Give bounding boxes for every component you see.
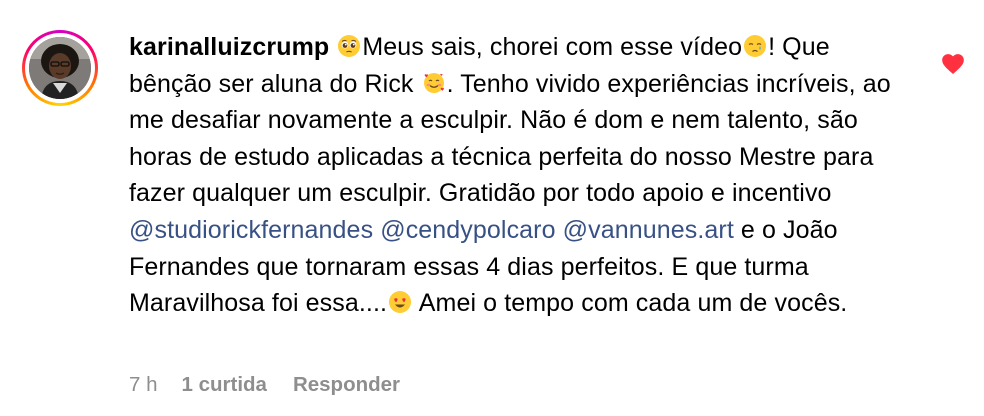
mention-link[interactable]: @studiorickfernandes <box>129 216 373 244</box>
reply-button[interactable]: Responder <box>293 373 400 397</box>
comment-text: Meus sais, chorei com esse vídeo! Que bê… <box>129 33 891 317</box>
comment-body: karinalluizcrump Meus sais, chorei com e… <box>129 29 919 322</box>
comment-text-segment: Meus sais, chorei com esse vídeo <box>362 33 743 61</box>
crying-face-icon <box>743 32 767 57</box>
comment-text-segment <box>556 216 563 244</box>
avatar-story-ring[interactable] <box>22 30 98 106</box>
mention-link[interactable]: @vannunes.art <box>563 216 734 244</box>
comment-meta: 7 h 1 curtida Responder <box>129 373 400 397</box>
like-heart-icon[interactable] <box>940 51 966 75</box>
comment: karinalluizcrump Meus sais, chorei com e… <box>0 0 984 416</box>
mention-link[interactable]: @cendypolcaro <box>380 216 555 244</box>
avatar-image <box>29 37 91 99</box>
heart-eyes-icon <box>388 288 412 314</box>
smiling-face-with-hearts-icon <box>422 69 446 93</box>
likes-count-button[interactable]: 1 curtida <box>182 373 267 397</box>
comment-text-segment: Amei o tempo com cada um de vocês. <box>413 289 848 318</box>
comment-username[interactable]: karinalluizcrump <box>129 33 329 61</box>
avatar[interactable] <box>29 37 91 99</box>
pleading-face-icon <box>337 32 361 57</box>
comment-timestamp[interactable]: 7 h <box>129 373 158 397</box>
